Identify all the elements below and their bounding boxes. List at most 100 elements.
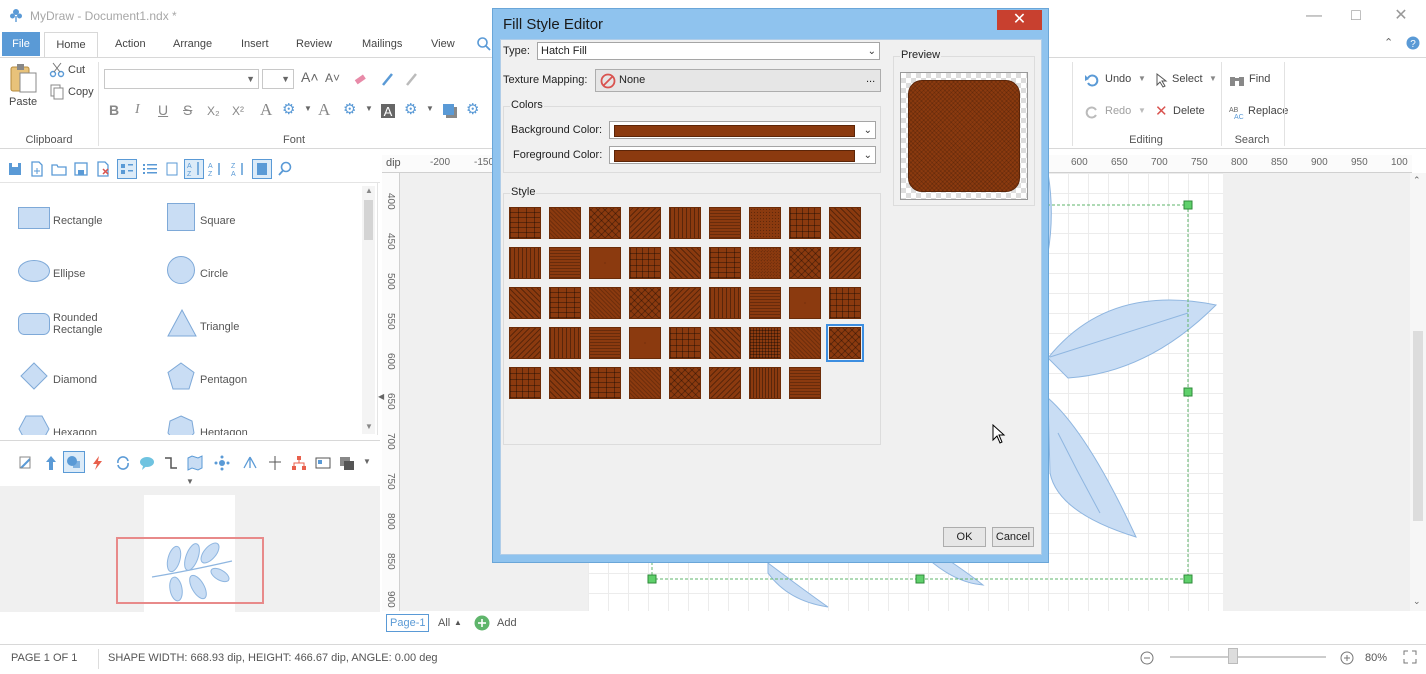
redo-button[interactable]: Redo	[1105, 105, 1131, 117]
hatch-style-swatch[interactable]	[709, 287, 741, 319]
background-color-select[interactable]: ⌄	[609, 121, 876, 139]
scroll-down-icon[interactable]: ⌄	[1413, 596, 1421, 607]
network-icon[interactable]	[214, 455, 230, 471]
shape-item-ellipse[interactable]: Ellipse	[18, 256, 168, 296]
zoom-in-icon[interactable]	[1340, 651, 1354, 665]
sort-za-icon[interactable]: AZ	[208, 161, 224, 177]
hatch-style-swatch[interactable]	[789, 207, 821, 239]
save-icon[interactable]	[7, 161, 23, 177]
canvas-vertical-scrollbar[interactable]: ⌃ ⌄	[1410, 173, 1426, 611]
collapse-ribbon-icon[interactable]: ⌃	[1384, 36, 1393, 49]
strikethrough-icon[interactable]: S	[183, 102, 192, 118]
maximize-button[interactable]: □	[1336, 4, 1376, 28]
scroll-down-icon[interactable]: ▼	[365, 422, 373, 431]
hatch-style-swatch[interactable]	[829, 247, 861, 279]
undo-button[interactable]: Undo	[1105, 73, 1131, 85]
scrollbar-thumb[interactable]	[1413, 331, 1423, 521]
hatch-style-swatch[interactable]	[749, 327, 781, 359]
font-family-combo[interactable]: ▼	[104, 69, 259, 89]
undo-dropdown-icon[interactable]: ▼	[1138, 74, 1146, 83]
thumbnail-viewport[interactable]	[116, 537, 264, 604]
find-button[interactable]: Find	[1249, 73, 1270, 85]
dropdown-arrow-icon[interactable]: ▼	[365, 104, 373, 113]
hatch-style-swatch[interactable]	[589, 207, 621, 239]
all-pages-button[interactable]: All	[438, 617, 450, 629]
shape-item-pentagon[interactable]: Pentagon	[167, 362, 317, 402]
tab-home[interactable]: Home	[44, 32, 98, 58]
hatch-style-swatch[interactable]	[749, 287, 781, 319]
hatch-style-swatch[interactable]	[509, 287, 541, 319]
tab-arrange[interactable]: Arrange	[173, 32, 212, 58]
close-window-button[interactable]: ✕	[1381, 4, 1421, 28]
redo-dropdown-icon[interactable]: ▼	[1138, 106, 1146, 115]
list-view-icon[interactable]	[142, 161, 158, 177]
shape-item-rectangle[interactable]: Rectangle	[18, 203, 168, 243]
hatch-style-swatch[interactable]	[669, 287, 701, 319]
italic-icon[interactable]: I	[135, 102, 140, 118]
hatch-style-swatch[interactable]	[789, 247, 821, 279]
ok-button[interactable]: OK	[943, 527, 986, 547]
library-icon[interactable]	[252, 159, 272, 179]
hatch-style-swatch[interactable]	[629, 327, 661, 359]
close-document-icon[interactable]	[95, 161, 111, 177]
hatch-style-swatch[interactable]	[826, 324, 864, 362]
sort-az-icon[interactable]: AZ	[184, 159, 204, 179]
hatch-style-swatch[interactable]	[749, 247, 781, 279]
scroll-up-icon[interactable]: ⌃	[1413, 175, 1421, 186]
hatch-style-swatch[interactable]	[709, 367, 741, 399]
connector-icon[interactable]	[163, 455, 179, 471]
search-shapes-icon[interactable]	[277, 161, 293, 177]
shape-item-hexagon[interactable]: Hexagon	[18, 415, 168, 435]
delete-button[interactable]: Delete	[1173, 105, 1205, 117]
zoom-slider-track[interactable]	[1170, 656, 1326, 658]
open-folder-icon[interactable]	[51, 161, 67, 177]
map-icon[interactable]	[187, 455, 203, 471]
hatch-style-swatch[interactable]	[589, 327, 621, 359]
hatch-style-swatch[interactable]	[709, 327, 741, 359]
hatch-style-swatch[interactable]	[509, 247, 541, 279]
shadow-icon[interactable]	[442, 103, 458, 119]
tab-review[interactable]: Review	[296, 32, 332, 58]
hatch-style-swatch[interactable]	[509, 367, 541, 399]
cancel-button[interactable]: Cancel	[992, 527, 1034, 547]
hatch-style-swatch[interactable]	[669, 327, 701, 359]
new-document-icon[interactable]	[29, 161, 45, 177]
tab-view[interactable]: View	[431, 32, 455, 58]
tab-action[interactable]: Action	[115, 32, 146, 58]
hatch-style-swatch[interactable]	[829, 287, 861, 319]
arrow-up-icon[interactable]	[43, 455, 59, 471]
hatch-style-swatch[interactable]	[549, 327, 581, 359]
shape-item-rounded-rectangle[interactable]: Rounded Rectangle	[18, 309, 168, 349]
scrollbar-thumb[interactable]	[364, 200, 373, 240]
text-fill-icon[interactable]: A	[318, 100, 330, 120]
hatch-style-swatch[interactable]	[509, 327, 541, 359]
replace-button[interactable]: Replace	[1248, 105, 1288, 117]
hatch-style-swatch[interactable]	[709, 247, 741, 279]
shrink-font-icon[interactable]: A˅	[325, 71, 340, 85]
gallery-icon[interactable]	[339, 455, 355, 471]
hatch-style-swatch[interactable]	[669, 207, 701, 239]
dropdown-arrow-icon[interactable]: ▼	[426, 104, 434, 113]
page-tab-page-1[interactable]: Page-1	[386, 614, 430, 632]
tab-insert[interactable]: Insert	[241, 32, 269, 58]
zoom-slider-thumb[interactable]	[1228, 648, 1239, 664]
edit-icon[interactable]	[18, 455, 34, 471]
underline-icon[interactable]: U	[158, 102, 168, 118]
hatch-style-swatch[interactable]	[549, 287, 581, 319]
hatch-style-swatch[interactable]	[629, 367, 661, 399]
tab-file[interactable]: File	[2, 32, 40, 56]
refresh-icon[interactable]	[115, 455, 131, 471]
help-icon[interactable]: ?	[1406, 36, 1420, 50]
hatch-style-swatch[interactable]	[629, 287, 661, 319]
format-painter-icon[interactable]	[380, 71, 396, 87]
text-settings-icon[interactable]: ⚙	[282, 100, 295, 118]
outline-settings-icon[interactable]: ⚙	[404, 100, 417, 118]
add-page-button[interactable]: Add	[497, 617, 517, 629]
expand-tools-icon[interactable]: ▼	[186, 477, 194, 486]
speech-bubble-icon[interactable]	[139, 455, 155, 471]
hatch-style-swatch[interactable]	[629, 207, 661, 239]
collapse-panel-icon[interactable]: ◀	[378, 392, 384, 401]
hatch-style-swatch[interactable]	[789, 287, 821, 319]
select-dropdown-icon[interactable]: ▼	[1209, 74, 1217, 83]
dropdown-arrow-icon[interactable]: ▼	[304, 104, 312, 113]
